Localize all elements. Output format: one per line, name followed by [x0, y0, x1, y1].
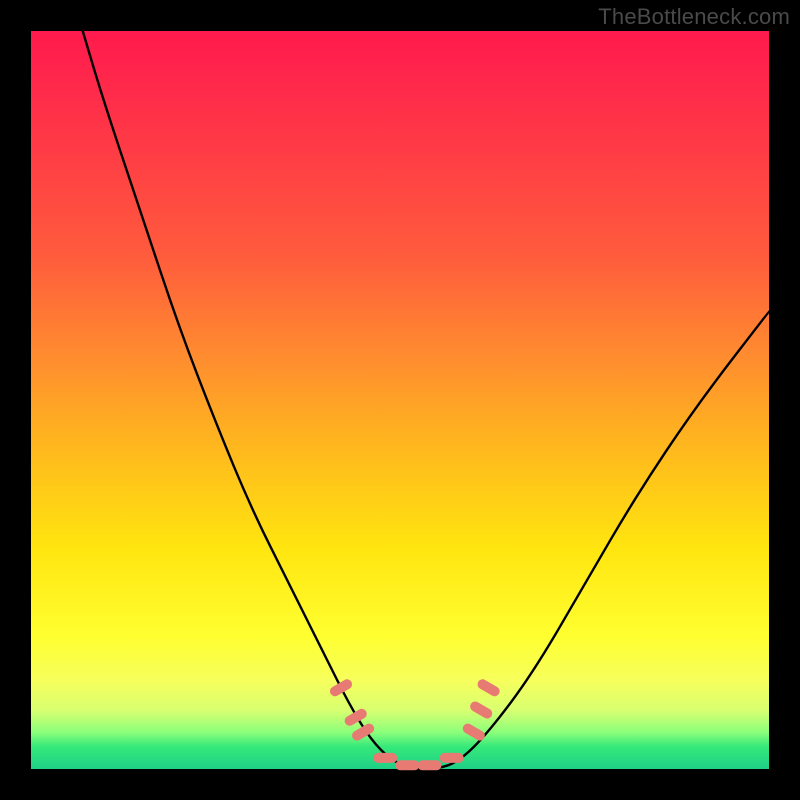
curve-layer [31, 31, 769, 769]
highlight-dot [440, 753, 464, 763]
plot-area [31, 31, 769, 769]
highlight-dot [343, 707, 369, 728]
watermark-text: TheBottleneck.com [598, 4, 790, 30]
highlight-dot [476, 677, 502, 698]
highlight-dot [395, 760, 419, 770]
highlight-dot [461, 722, 487, 743]
highlight-dot [328, 677, 354, 698]
highlight-dots [328, 677, 501, 770]
highlight-dot [373, 753, 397, 763]
highlight-dot [418, 760, 442, 770]
bottleneck-curve [83, 31, 769, 769]
chart-frame: TheBottleneck.com [0, 0, 800, 800]
highlight-dot [468, 700, 494, 721]
